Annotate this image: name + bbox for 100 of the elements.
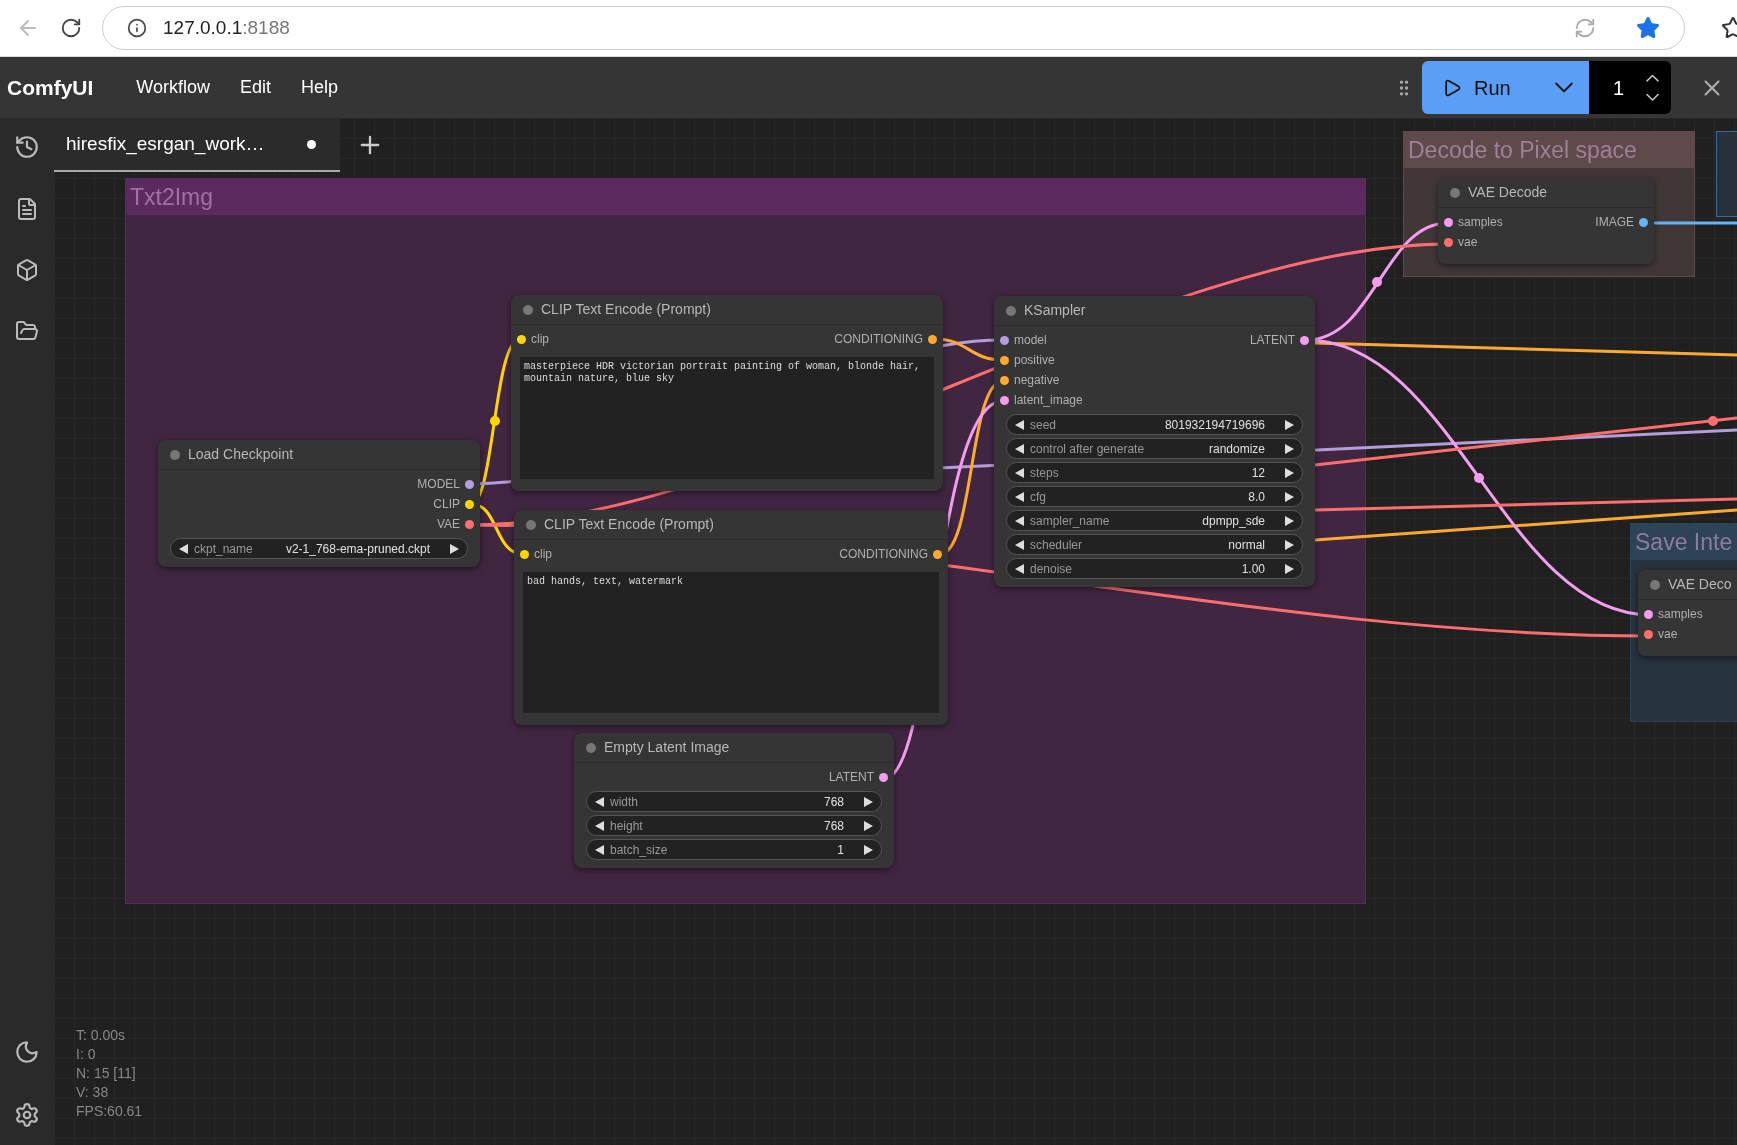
settings-icon[interactable] [14,1102,40,1128]
output-label: VAE [436,516,460,533]
widget-value: v2-1_768-ema-pruned.ckpt [285,540,430,558]
arrow-left-icon[interactable] [1015,419,1024,430]
output-slot[interactable] [465,519,474,529]
input-slot[interactable] [1644,629,1653,639]
output-slot[interactable] [1300,335,1309,345]
output-slot[interactable] [465,499,474,509]
widget-value: dpmpp_sde [1202,512,1265,530]
app-title: ComfyUI [7,74,94,101]
arrow-left-icon[interactable] [1015,443,1024,454]
prompt-field[interactable]: masterpiece HDR victorian portrait painting of woman, blonde hair, mountain nature, blue sky [520,357,934,479]
url-port: :8188 [242,15,290,40]
arrow-right-icon[interactable] [1285,419,1294,430]
widget-label: scheduler [1030,536,1083,554]
input-slot[interactable] [1444,237,1453,247]
output-label: LATENT [828,769,874,786]
arrow-left-icon[interactable] [1015,467,1024,478]
arrow-right-icon[interactable] [864,844,873,855]
menu-item[interactable]: Edit [225,70,287,105]
node-card[interactable]: CLIP Text Encode (Prompt) clip CONDITIONING bad hands, text, watermark [514,510,948,725]
arrow-left-icon[interactable] [1015,515,1024,526]
widget-label: batch_size [610,841,668,859]
input-slot[interactable] [1000,395,1009,405]
output-slot[interactable] [933,549,942,559]
cube-icon[interactable] [15,258,39,282]
arrow-right-icon[interactable] [1285,515,1294,526]
output-label: CONDITIONING [834,331,923,348]
reload-icon[interactable] [60,17,82,39]
group-title: Txt2Img [130,182,214,212]
number-widget[interactable]: width 768 [586,791,882,812]
node-card[interactable]: VAE Decode samples IMAGE vae [1438,178,1654,264]
arrow-left-icon[interactable] [595,844,604,855]
number-widget[interactable]: denoise 1.00 [1006,558,1303,579]
number-widget[interactable]: scheduler normal [1006,534,1303,555]
input-slot[interactable] [1644,609,1653,619]
arrow-right-icon[interactable] [864,796,873,807]
output-slot[interactable] [1639,217,1648,227]
arrow-right-icon[interactable] [1285,443,1294,454]
arrow-right-icon[interactable] [1285,563,1294,574]
input-label: samples [1658,606,1703,623]
node-card[interactable]: CLIP Text Encode (Prompt) clip CONDITIONING masterpiece HDR victorian portrait painting of woman, blonde hair, mountain nature, blue sky [511,295,943,491]
input-slot[interactable] [1444,217,1453,227]
document-icon[interactable] [15,197,39,221]
menu-item[interactable]: Workflow [121,70,226,105]
number-widget[interactable]: seed 801932194719696 [1006,414,1303,435]
number-widget[interactable]: control after generate randomize [1006,438,1303,459]
url-host: 127.0.0.1 [163,15,243,40]
widget-value: 1 [837,841,844,859]
chevron-down-icon[interactable] [1554,82,1573,93]
widget-value: 768 [823,817,844,835]
number-widget[interactable]: height 768 [586,815,882,836]
number-widget[interactable]: cfg 8.0 [1006,486,1303,507]
input-slot[interactable] [517,334,526,344]
node-card[interactable]: Load Checkpoint MODEL CLIP VAE ckpt_name v2-1_768-ema-pruned.ckpt [158,440,480,567]
widget-label: control after generate [1030,440,1145,458]
widget-label: sampler_name [1030,512,1110,530]
increment-icon[interactable] [1646,74,1659,83]
history-icon[interactable] [14,134,40,160]
input-slot[interactable] [520,549,529,559]
arrow-right-icon[interactable] [1285,539,1294,550]
number-widget[interactable]: batch_size 1 [586,839,882,860]
arrow-left-icon[interactable] [1015,539,1024,550]
stats-text: I: 0 [76,1045,97,1064]
output-slot[interactable] [928,334,937,344]
arrow-left-icon[interactable] [1015,563,1024,574]
arrow-left-icon[interactable] [595,796,604,807]
node-card[interactable]: KSampler model LATENT positive negative latent_image seed 801932194719696 control after generate randomize steps 12 cfg 8.0 sampler_name dpmpp_sde scheduler normal denoise 1.00 [994,296,1315,587]
arrow-right-icon[interactable] [1285,491,1294,502]
number-widget[interactable]: steps 12 [1006,462,1303,483]
moon-icon[interactable] [14,1039,40,1065]
widget-value: 12 [1251,464,1265,482]
star-icon[interactable] [1636,16,1660,40]
input-slot[interactable] [1000,335,1009,345]
number-widget[interactable]: sampler_name dpmpp_sde [1006,510,1303,531]
input-slot[interactable] [1000,355,1009,365]
batch-count-field[interactable]: 1 [1589,61,1671,114]
info-icon[interactable] [127,18,147,38]
arrow-right-icon[interactable] [1285,467,1294,478]
arrow-left-icon[interactable] [1015,491,1024,502]
number-widget[interactable]: ckpt_name v2-1_768-ema-pruned.ckpt [170,538,468,559]
output-slot[interactable] [465,479,474,489]
arrow-right-icon[interactable] [450,543,459,554]
widget-label: cfg [1030,488,1046,506]
output-label: MODEL [417,476,460,493]
arrow-left-icon[interactable] [179,543,188,554]
prompt-field[interactable]: bad hands, text, watermark [523,572,939,713]
node-card[interactable]: VAE Deco samples vae [1638,570,1737,656]
run-button[interactable]: Run [1422,61,1589,114]
arrow-right-icon[interactable] [864,820,873,831]
output-slot[interactable] [879,772,888,782]
menu-item[interactable]: Help [286,70,354,105]
input-slot[interactable] [1000,375,1009,385]
arrow-left-icon[interactable] [595,820,604,831]
workflow-tab[interactable]: hiresfix_esrgan_work… [54,118,340,172]
folder-icon[interactable] [15,319,39,343]
decrement-icon[interactable] [1646,92,1659,101]
stats-text: V: 38 [76,1083,110,1102]
output-label: CONDITIONING [839,546,928,563]
node-card[interactable]: Empty Latent Image LATENT width 768 height 768 batch_size 1 [574,733,894,868]
